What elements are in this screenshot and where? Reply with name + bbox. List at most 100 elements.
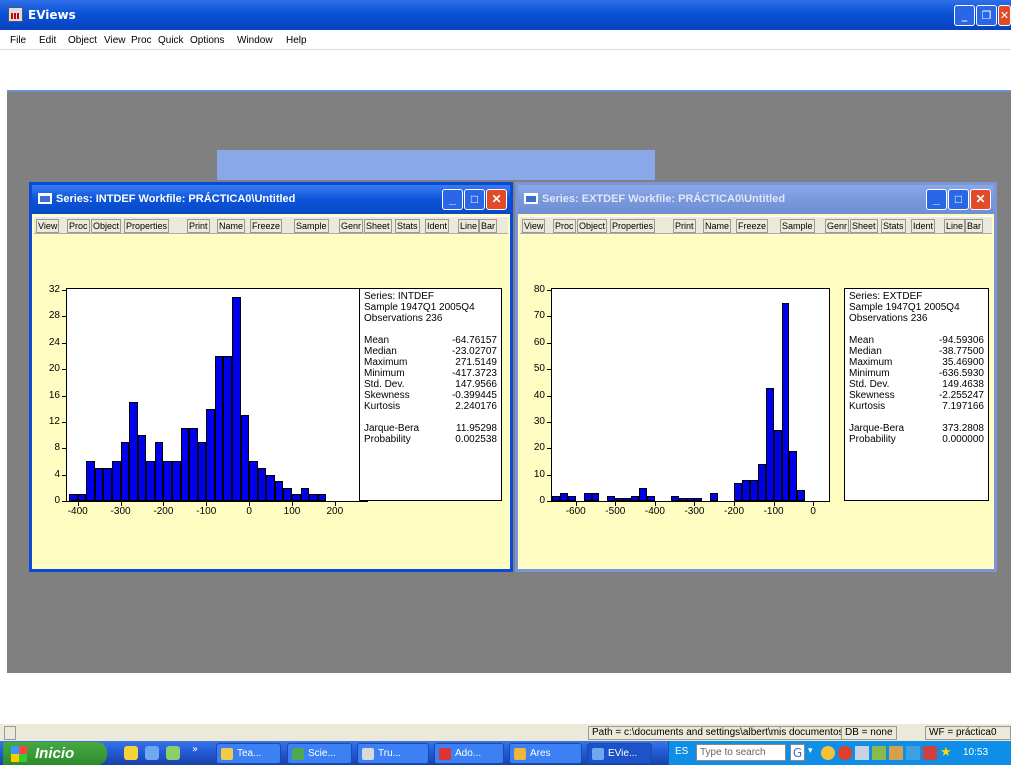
minimize-icon[interactable]: _ <box>954 5 975 26</box>
close-icon[interactable]: ✕ <box>486 189 507 210</box>
background-window-titlebar[interactable] <box>217 150 655 180</box>
menu-item-help[interactable]: Help <box>286 35 307 46</box>
toolbar-stats-button[interactable]: Stats <box>881 219 906 233</box>
minimize-icon[interactable]: _ <box>442 189 463 210</box>
dropdown-icon[interactable]: ▾ <box>808 746 813 756</box>
tray-app-icon[interactable] <box>872 746 886 760</box>
taskbar-button[interactable]: Tru... <box>357 743 429 764</box>
stat-name: Median <box>849 346 882 357</box>
histogram-plot <box>66 288 368 502</box>
minimize-icon[interactable]: _ <box>926 189 947 210</box>
histogram-bar <box>240 415 250 501</box>
toolbar-bar-button[interactable]: Bar <box>479 219 498 233</box>
browser-icon[interactable] <box>145 746 159 760</box>
toolbar-line-button[interactable]: Line <box>458 219 480 233</box>
toolbar-properties-button[interactable]: Properties <box>610 219 656 233</box>
task-label: Scie... <box>308 748 336 759</box>
ie-icon[interactable] <box>124 746 138 760</box>
histogram-bar <box>797 490 806 501</box>
toolbar-bar-button[interactable]: Bar <box>965 219 984 233</box>
star-icon[interactable]: ★ <box>940 746 954 760</box>
tray-app-icon[interactable] <box>906 746 920 760</box>
tray-app-icon[interactable] <box>838 746 852 760</box>
toolbar-freeze-button[interactable]: Freeze <box>736 219 769 233</box>
search-input[interactable]: Type to search <box>696 744 786 761</box>
taskbar-button[interactable]: Scie... <box>287 743 352 764</box>
task-label: Ares <box>530 748 551 759</box>
task-app-icon <box>592 748 604 760</box>
close-icon[interactable]: ✕ <box>998 5 1011 26</box>
tray-app-icon[interactable] <box>855 746 869 760</box>
window-titlebar[interactable]: Series: INTDEF Workfile: PRÁCTICA0\Untit… <box>32 185 510 214</box>
y-tick <box>62 395 67 397</box>
toolbar-print-button[interactable]: Print <box>673 219 696 233</box>
tray-app-icon[interactable] <box>889 746 903 760</box>
stats-header: Sample 1947Q1 2005Q4 <box>849 302 960 313</box>
taskbar-button[interactable]: Tea... <box>216 743 281 764</box>
taskbar-button[interactable]: Ado... <box>434 743 504 764</box>
toolbar-line-button[interactable]: Line <box>944 219 966 233</box>
toolbar-properties-button[interactable]: Properties <box>124 219 170 233</box>
taskbar: Inicio » Tea... Scie... Tru... Ado... Ares EV… <box>0 741 1011 765</box>
menu-item-view[interactable]: View <box>104 35 126 46</box>
toolbar-object-button[interactable]: Object <box>577 219 608 233</box>
toolbar-sheet-button[interactable]: Sheet <box>850 219 878 233</box>
toolbar-proc-button[interactable]: Proc <box>67 219 90 233</box>
stats-row: Std. Dev. 147.9566 <box>364 379 497 390</box>
chevron-right-icon[interactable]: » <box>192 744 198 755</box>
toolbar-sample-button[interactable]: Sample <box>780 219 815 233</box>
tray-app-icon[interactable] <box>821 746 835 760</box>
histogram-bar <box>154 441 164 501</box>
toolbar-sheet-button[interactable]: Sheet <box>364 219 392 233</box>
series-window-intdef[interactable]: Series: INTDEF Workfile: PRÁCTICA0\Untit… <box>29 182 513 572</box>
stat-value: -0.399445 <box>451 390 497 401</box>
toolbar-sample-button[interactable]: Sample <box>294 219 329 233</box>
x-tick-label: -100 <box>196 506 217 517</box>
toolbar-name-button[interactable]: Name <box>217 219 246 233</box>
menu-item-object[interactable]: Object <box>68 35 97 46</box>
menu-item-file[interactable]: File <box>10 35 26 46</box>
menu-item-proc[interactable]: Proc <box>131 35 152 46</box>
toolbar-view-button[interactable]: View <box>36 219 60 233</box>
eviews-app-icon <box>8 7 23 22</box>
toolbar-genr-button[interactable]: Genr <box>825 219 850 233</box>
menu-item-window[interactable]: Window <box>237 35 273 46</box>
histogram-bar <box>257 468 267 501</box>
toolbar-name-button[interactable]: Name <box>703 219 732 233</box>
x-tick-label: 200 <box>326 506 344 517</box>
toolbar-stats-button[interactable]: Stats <box>395 219 420 233</box>
maximize-icon[interactable]: □ <box>464 189 485 210</box>
series-window-extdef[interactable]: Series: EXTDEF Workfile: PRÁCTICA0\Untit… <box>515 182 997 572</box>
taskbar-button[interactable]: EVie... <box>587 743 652 764</box>
menu-item-quick[interactable]: Quick <box>158 35 184 46</box>
start-button[interactable]: Inicio <box>3 742 107 765</box>
x-tick-label: -100 <box>763 506 784 517</box>
toolbar-print-button[interactable]: Print <box>187 219 210 233</box>
restore-icon[interactable]: ❐ <box>976 5 997 26</box>
toolbar-object-button[interactable]: Object <box>91 219 122 233</box>
toolbar-ident-button[interactable]: Ident <box>425 219 450 233</box>
stats-test-row: Jarque-Bera 373.2808 <box>849 423 984 434</box>
toolbar-freeze-button[interactable]: Freeze <box>250 219 283 233</box>
menu-item-options[interactable]: Options <box>190 35 224 46</box>
toolbar-view-button[interactable]: View <box>522 219 546 233</box>
x-tick-label: -300 <box>110 506 131 517</box>
window-titlebar[interactable]: Series: EXTDEF Workfile: PRÁCTICA0\Untit… <box>518 185 994 214</box>
series-window-icon <box>38 193 52 204</box>
maximize-icon[interactable]: □ <box>948 189 969 210</box>
toolbar-genr-button[interactable]: Genr <box>339 219 364 233</box>
histogram-bar <box>639 487 647 501</box>
tray-app-icon[interactable] <box>923 746 937 760</box>
toolbar-proc-button[interactable]: Proc <box>553 219 576 233</box>
toolbar-ident-button[interactable]: Ident <box>911 219 936 233</box>
histogram-bar <box>274 481 284 501</box>
close-icon[interactable]: ✕ <box>970 189 991 210</box>
quicklaunch-icon[interactable] <box>166 746 180 760</box>
menu-item-edit[interactable]: Edit <box>39 35 56 46</box>
stat-name: Skewness <box>364 390 410 401</box>
y-tick <box>547 421 552 423</box>
taskbar-button[interactable]: Ares <box>509 743 582 764</box>
language-indicator[interactable]: ES <box>675 746 688 757</box>
google-icon[interactable]: G <box>790 744 805 761</box>
histogram-bar <box>94 468 104 501</box>
